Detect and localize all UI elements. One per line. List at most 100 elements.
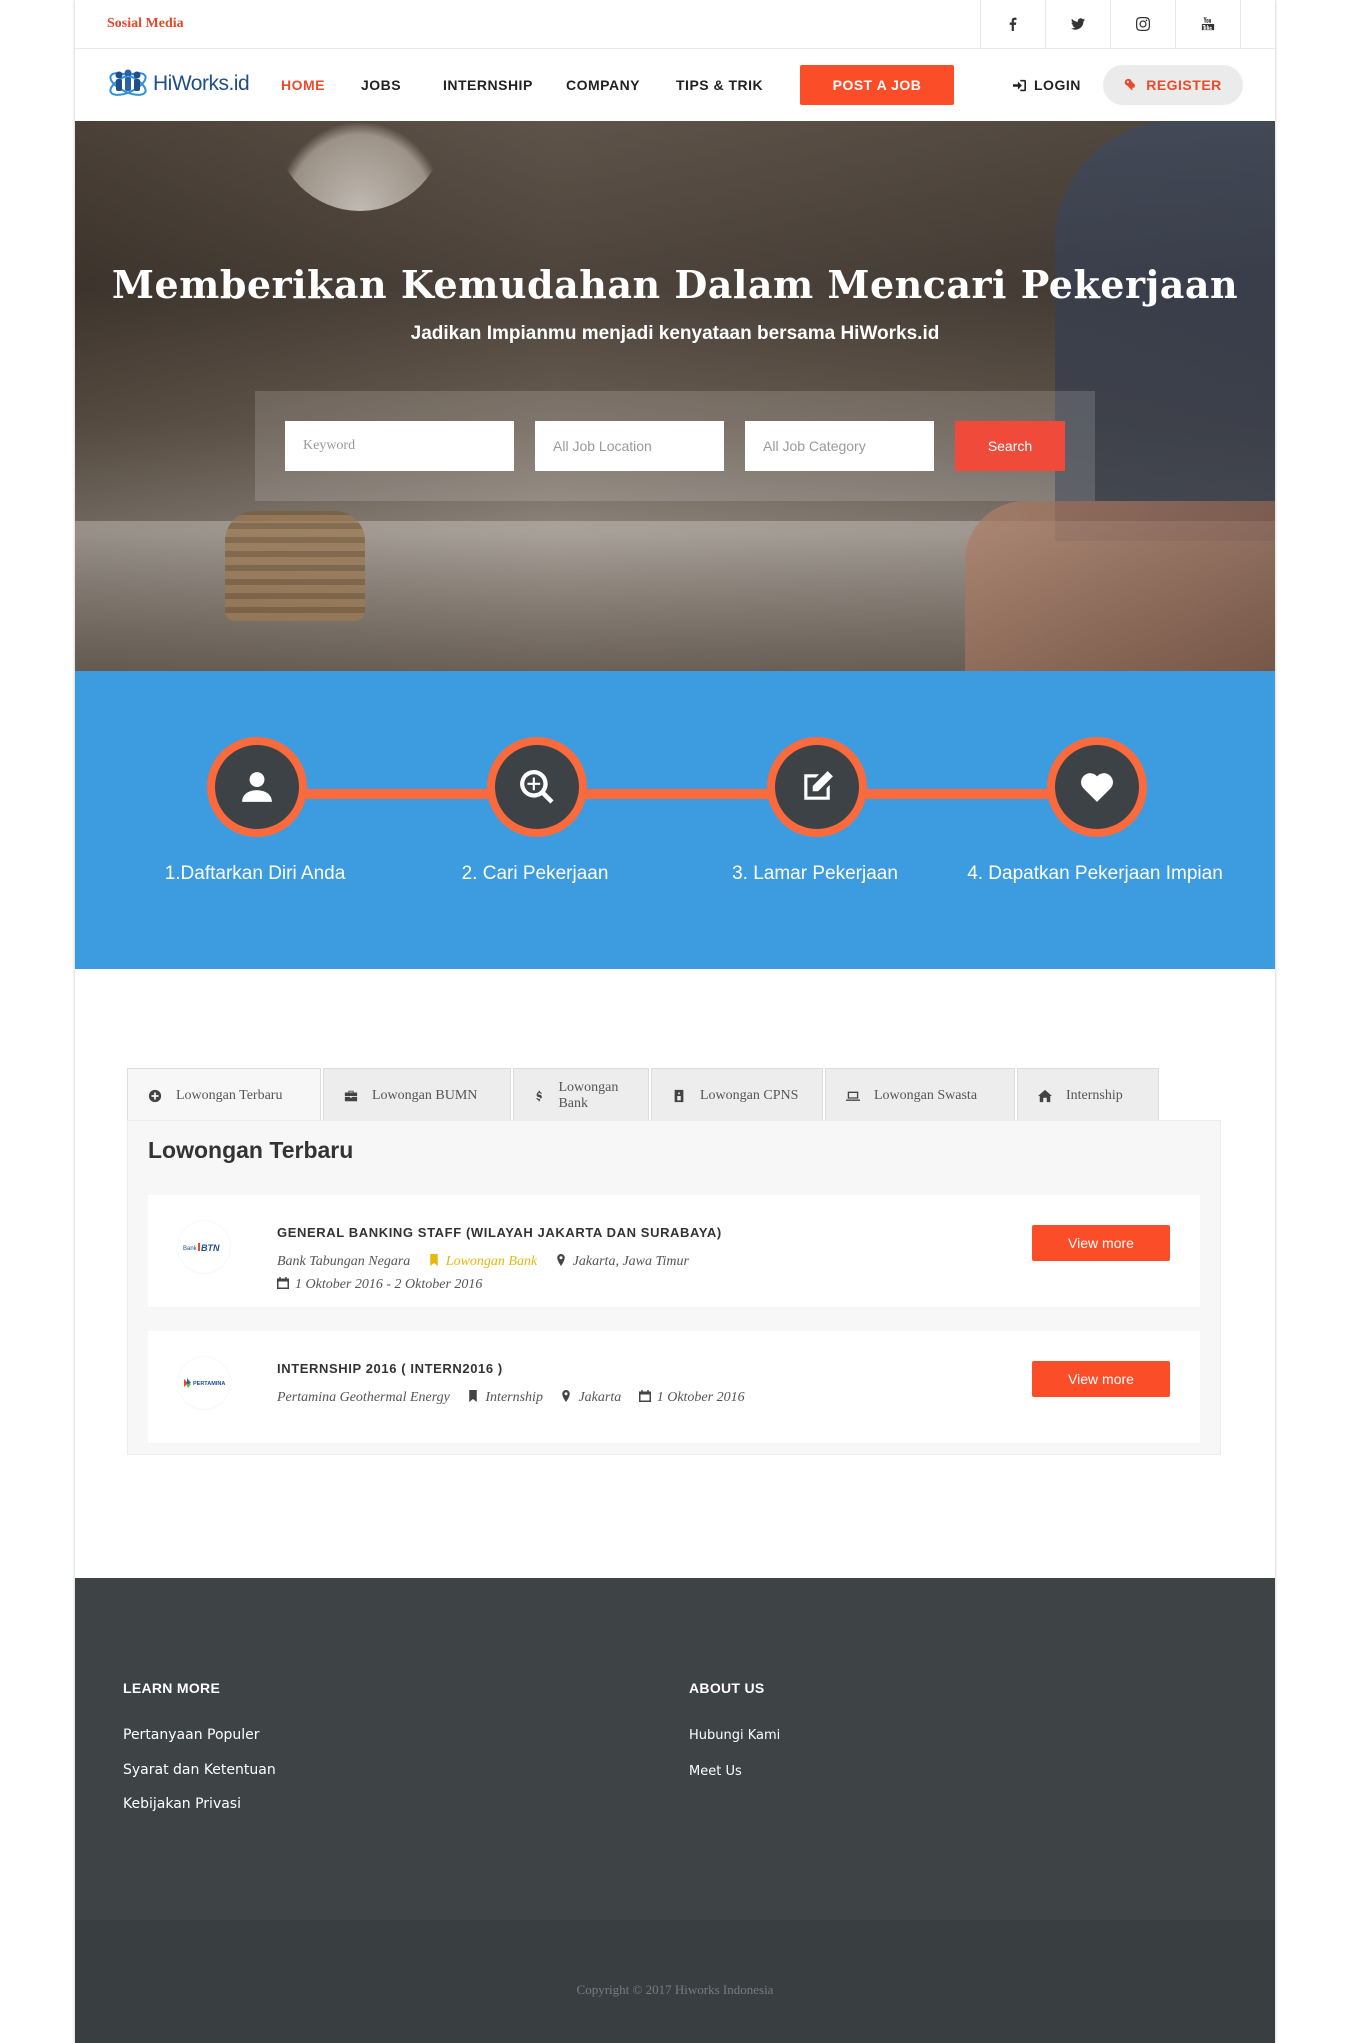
job-meta: Pertamina Geothermal Energy Internship J… <box>277 1386 877 1409</box>
sign-in-icon <box>1013 79 1026 91</box>
footer-link-syarat-ketentuan[interactable]: Syarat dan Ketentuan <box>123 1762 276 1778</box>
btn-logo-bank-text: Bank <box>183 1246 198 1252</box>
youtube-icon[interactable] <box>1176 0 1241 48</box>
job-category-label: Lowongan Bank <box>445 1254 538 1269</box>
steps-connector-line <box>255 789 1095 799</box>
hero-subtitle: Jadikan Impianmu menjadi kenyataan bersa… <box>410 323 940 344</box>
job-location: Jakarta, Jawa Timur <box>555 1250 689 1273</box>
tab-label: Lowongan Terbaru <box>176 1087 283 1103</box>
pertamina-logo-icon: PERTAMINA <box>184 1378 225 1388</box>
nav-home[interactable]: HOME <box>281 77 325 93</box>
search-button[interactable]: Search <box>955 421 1065 471</box>
hero-photo-basket <box>225 511 365 621</box>
tab-label: Internship <box>1066 1087 1123 1103</box>
job-location-select[interactable] <box>535 421 724 471</box>
twitter-icon[interactable] <box>1046 0 1111 48</box>
hiworks-logo[interactable]: HiWorks.id <box>107 61 267 107</box>
tab-lowongan-swasta[interactable]: Lowongan Swasta <box>825 1068 1015 1122</box>
login-link[interactable]: LOGIN <box>1013 77 1081 93</box>
briefcase-icon <box>344 1090 358 1101</box>
job-category[interactable]: Internship <box>467 1386 543 1409</box>
step-label: 1.Daftarkan Diri Anda <box>164 863 346 884</box>
logo-people-icon <box>109 69 147 96</box>
social-media-label: Sosial Media <box>107 16 184 31</box>
tab-label: Lowongan BUMN <box>372 1087 478 1103</box>
main-navbar: HiWorks.id HOME JOBS INTERNSHIP COMPANY … <box>75 49 1275 121</box>
edit-icon <box>804 771 833 800</box>
job-list-panel: Lowongan Terbaru Bank BTN GENERAL BANKIN… <box>127 1120 1221 1455</box>
step-label: 4. Dapatkan Pekerjaan Impian <box>967 863 1223 884</box>
job-listing: PERTAMINA INTERNSHIP 2016 ( INTERN2016 )… <box>148 1331 1200 1443</box>
step-circle <box>767 737 867 837</box>
key-icon <box>1124 78 1136 91</box>
job-company: Pertamina Geothermal Energy <box>277 1390 450 1405</box>
search-plus-icon <box>520 770 554 804</box>
footer-link-kebijakan-privasi[interactable]: Kebijakan Privasi <box>123 1796 241 1812</box>
instagram-icon[interactable] <box>1111 0 1176 48</box>
job-listing: Bank BTN GENERAL BANKING STAFF (WILAYAH … <box>148 1195 1200 1307</box>
step-circle <box>1047 737 1147 837</box>
facebook-icon[interactable] <box>981 0 1046 48</box>
step-circle <box>207 737 307 837</box>
step-circle <box>487 737 587 837</box>
nav-jobs[interactable]: JOBS <box>361 77 401 93</box>
hero-photo-lamp <box>275 121 445 211</box>
id-card-icon <box>674 1089 684 1102</box>
view-more-button[interactable]: View more <box>1032 1225 1170 1261</box>
hero-banner: Memberikan Kemudahan Dalam Mencari Peker… <box>75 121 1275 671</box>
job-date: 1 Oktober 2016 - 2 Oktober 2016 <box>277 1273 482 1296</box>
job-meta: Bank Tabungan Negara Lowongan Bank Jakar… <box>277 1250 877 1296</box>
tab-lowongan-bumn[interactable]: Lowongan BUMN <box>323 1068 511 1122</box>
job-title-link[interactable]: GENERAL BANKING STAFF (WILAYAH JAKARTA D… <box>277 1225 722 1240</box>
tab-internship[interactable]: Internship <box>1017 1068 1159 1122</box>
tab-label: Lowongan Bank <box>558 1079 619 1111</box>
nav-internship[interactable]: INTERNSHIP <box>443 77 533 93</box>
job-category-select[interactable] <box>745 421 934 471</box>
hero-title: Memberikan Kemudahan Dalam Mencari Peker… <box>111 262 1239 307</box>
tab-label: Lowongan Swasta <box>874 1087 978 1103</box>
job-date: 1 Oktober 2016 <box>638 1386 745 1409</box>
post-a-job-button[interactable]: POST A JOB <box>800 65 954 105</box>
step-label: 2. Cari Pekerjaan <box>461 863 609 884</box>
calendar-icon <box>277 1277 289 1289</box>
nav-tips-trik[interactable]: TIPS & TRIK <box>676 77 763 93</box>
job-search-form: Search <box>255 391 1095 501</box>
job-company: Bank Tabungan Negara <box>277 1254 411 1269</box>
heart-icon <box>1081 773 1113 802</box>
job-location-label: Jakarta <box>578 1390 622 1405</box>
job-category[interactable]: Lowongan Bank <box>428 1250 537 1273</box>
job-date-label: 1 Oktober 2016 - 2 Oktober 2016 <box>295 1277 483 1292</box>
footer-link-hubungi-kami[interactable]: Hubungi Kami <box>689 1728 780 1743</box>
footer-about-us-heading: ABOUT US <box>689 1680 765 1696</box>
register-button[interactable]: REGISTER <box>1103 65 1243 105</box>
job-location: Jakarta <box>560 1386 621 1409</box>
footer-link-meet-us[interactable]: Meet Us <box>689 1764 742 1779</box>
map-marker-icon <box>556 1254 565 1266</box>
view-more-button[interactable]: View more <box>1032 1361 1170 1397</box>
hero-photo-arm <box>965 501 1275 671</box>
company-logo-pertamina: PERTAMINA <box>178 1357 230 1409</box>
register-label: REGISTER <box>1146 77 1222 93</box>
keyword-input[interactable] <box>285 421 514 471</box>
step-label: 3. Lamar Pekerjaan <box>732 863 898 884</box>
bookmark-icon <box>469 1390 478 1402</box>
job-title-link[interactable]: INTERNSHIP 2016 ( INTERN2016 ) <box>277 1361 503 1376</box>
footer-link-pertanyaan-populer[interactable]: Pertanyaan Populer <box>123 1727 260 1743</box>
map-marker-icon <box>562 1390 571 1402</box>
panel-title: Lowongan Terbaru <box>148 1137 354 1163</box>
copyright-bar: Copyright © 2017 Hiworks Indonesia <box>75 1920 1275 2043</box>
job-category-label: Internship <box>485 1390 543 1405</box>
tab-lowongan-cpns[interactable]: Lowongan CPNS <box>651 1068 823 1122</box>
footer: LEARN MORE Pertanyaan Populer Syarat dan… <box>75 1578 1275 1920</box>
pertamina-logo-text: PERTAMINA <box>193 1381 225 1387</box>
nav-company[interactable]: COMPANY <box>566 77 640 93</box>
copyright-text: Copyright © 2017 Hiworks Indonesia <box>576 1982 774 1997</box>
laptop-icon <box>846 1091 860 1101</box>
tab-lowongan-terbaru[interactable]: Lowongan Terbaru <box>127 1068 321 1122</box>
tab-lowongan-bank[interactable]: Lowongan Bank <box>513 1068 649 1122</box>
btn-logo-icon: Bank BTN <box>183 1243 220 1253</box>
job-date-label: 1 Oktober 2016 <box>656 1390 745 1405</box>
company-logo-btn: Bank BTN <box>178 1221 230 1273</box>
logo-text: HiWorks.id <box>153 72 250 95</box>
dollar-icon <box>536 1090 542 1101</box>
